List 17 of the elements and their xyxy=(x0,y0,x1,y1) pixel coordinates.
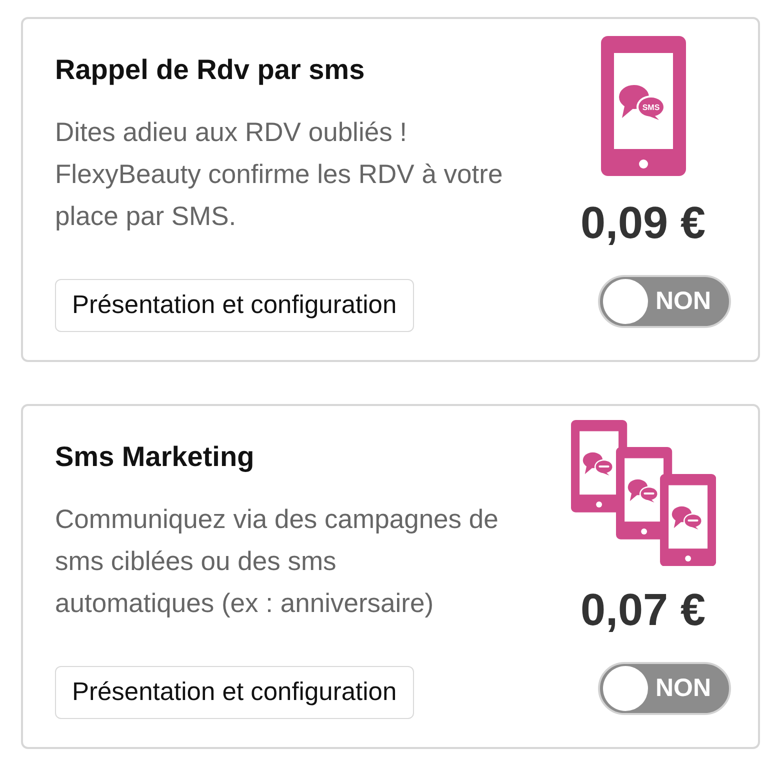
card-description: Dites adieu aux RDV oubliés ! FlexyBeauty confirme les RDV à votre place par SMS. xyxy=(55,116,503,233)
configuration-button[interactable]: Présentation et configuration xyxy=(55,666,414,719)
card-description: Communiquez via des campagnes de sms ciblées ou des sms automatiques (ex : anniversaire) xyxy=(55,503,498,620)
switch-knob[interactable] xyxy=(603,279,648,324)
speech-bubbles-icon xyxy=(627,479,658,502)
bubble-label: SMS xyxy=(642,103,660,112)
price: 0,09 € xyxy=(580,199,706,247)
speech-bubbles-icon xyxy=(671,506,702,530)
phone-icon xyxy=(600,36,686,176)
phone-icon xyxy=(660,474,716,566)
configuration-button[interactable]: Présentation et configuration xyxy=(55,279,414,332)
speech-bubbles-icon xyxy=(582,452,614,476)
card-title: Sms Marketing xyxy=(55,440,254,474)
switch-knob[interactable] xyxy=(603,666,648,711)
price: 0,07 € xyxy=(580,586,706,634)
card-title: Rappel de Rdv par sms xyxy=(55,53,365,87)
speech-bubbles-icon xyxy=(618,85,665,120)
